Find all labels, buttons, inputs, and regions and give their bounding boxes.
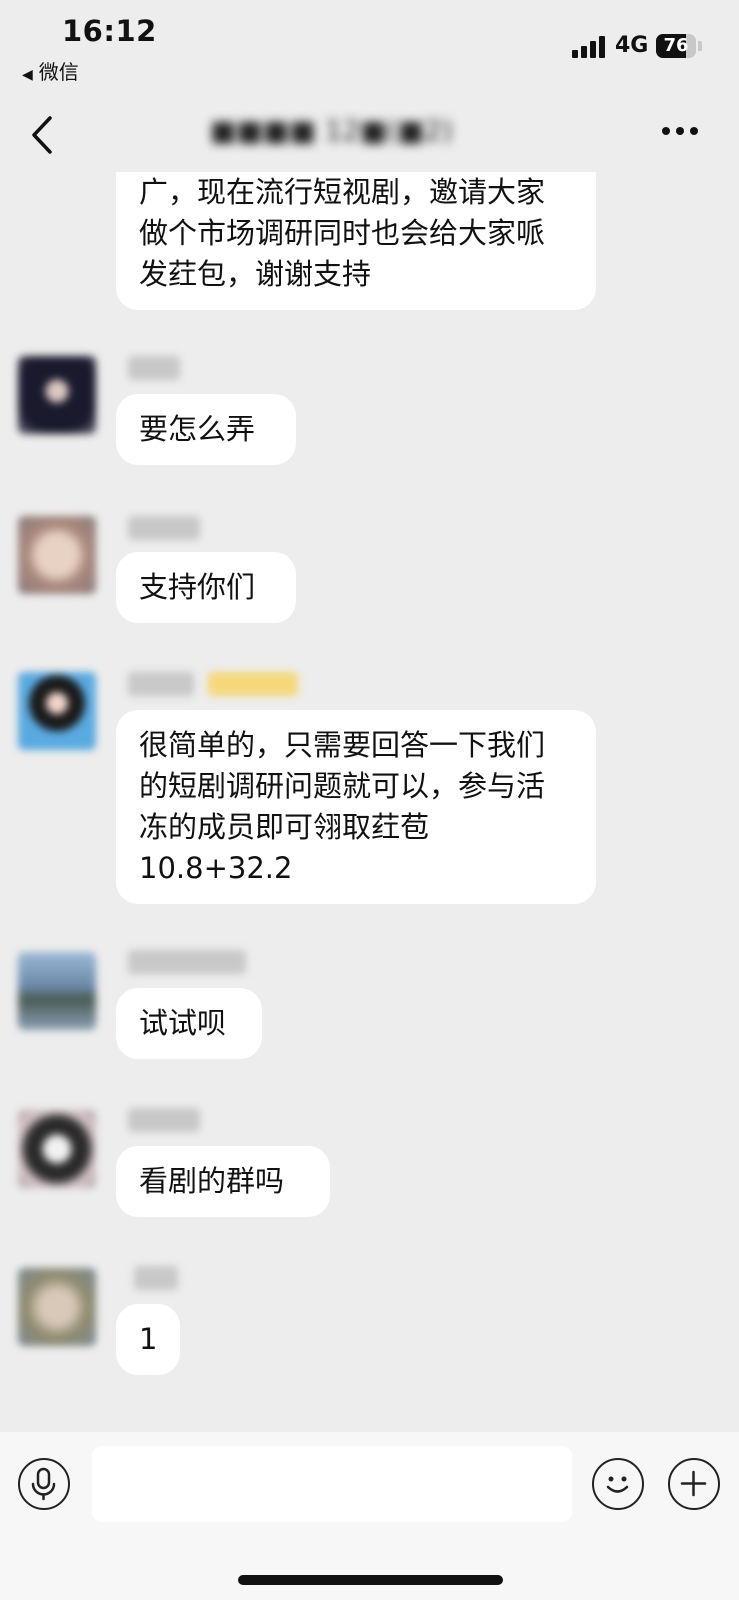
back-triangle-icon: ◀ bbox=[22, 67, 33, 83]
message-bubble[interactable]: 支持你们 bbox=[116, 552, 296, 623]
chat-message-list[interactable]: 广，现在流行短视剧，邀请大家做个市场调研同时也会给大家哌发荭包，谢谢支持 要怎么… bbox=[0, 172, 739, 1432]
back-to-app-link[interactable]: ◀ 微信 bbox=[22, 56, 79, 85]
avatar[interactable] bbox=[18, 672, 96, 750]
back-button[interactable] bbox=[24, 110, 64, 160]
sender-name bbox=[128, 950, 246, 974]
plus-icon bbox=[680, 1470, 707, 1497]
avatar[interactable] bbox=[18, 952, 96, 1030]
signal-icon bbox=[572, 36, 606, 58]
message-text: 很简单的，只需要回答一下我们的短剧调研问题就可以，参与活冻的成员即可翎取荭苞10… bbox=[139, 728, 546, 885]
sender-name bbox=[128, 672, 194, 696]
voice-icon bbox=[31, 1467, 56, 1501]
chat-header: ■■■■ 12■(■2) bbox=[0, 100, 739, 172]
sender-name bbox=[128, 516, 200, 540]
sender-name bbox=[134, 1266, 178, 1290]
battery-icon: 76 bbox=[656, 34, 696, 58]
emoji-button[interactable] bbox=[592, 1458, 644, 1510]
status-time: 16:12 bbox=[62, 14, 157, 48]
sender-name bbox=[128, 1108, 200, 1132]
input-bar bbox=[0, 1432, 739, 1600]
message-text: 要怎么弄 bbox=[139, 412, 256, 446]
battery-percent: 76 bbox=[663, 35, 689, 56]
message-bubble[interactable]: 试试呗 bbox=[116, 988, 262, 1059]
message-bubble[interactable]: 看剧的群吗 bbox=[116, 1146, 330, 1217]
avatar[interactable] bbox=[18, 356, 96, 434]
message-input[interactable] bbox=[92, 1446, 572, 1522]
avatar[interactable] bbox=[18, 1268, 96, 1346]
message-bubble[interactable]: 广，现在流行短视剧，邀请大家做个市场调研同时也会给大家哌发荭包，谢谢支持 bbox=[116, 172, 596, 310]
message-bubble[interactable]: 很简单的，只需要回答一下我们的短剧调研问题就可以，参与活冻的成员即可翎取荭苞10… bbox=[116, 710, 596, 904]
message-bubble[interactable]: 1 bbox=[116, 1304, 180, 1375]
message-text: 试试呗 bbox=[139, 1006, 227, 1040]
emoji-icon bbox=[606, 1476, 629, 1493]
member-tag bbox=[208, 672, 298, 696]
avatar[interactable] bbox=[18, 1110, 96, 1188]
more-dots-icon bbox=[662, 127, 698, 135]
chevron-left-icon bbox=[32, 116, 52, 154]
home-indicator[interactable] bbox=[238, 1575, 503, 1585]
network-type: 4G bbox=[615, 33, 649, 58]
sender-name bbox=[128, 356, 180, 380]
battery-tip bbox=[698, 41, 702, 51]
status-bar: 16:12 ◀ 微信 4G 76 bbox=[0, 0, 739, 100]
message-text: 看剧的群吗 bbox=[139, 1164, 285, 1198]
chat-title: ■■■■ 12■(■2) bbox=[210, 114, 453, 147]
message-text: 1 bbox=[139, 1322, 158, 1356]
voice-button[interactable] bbox=[18, 1458, 70, 1510]
message-text: 支持你们 bbox=[139, 570, 256, 604]
message-text: 广，现在流行短视剧，邀请大家做个市场调研同时也会给大家哌发荭包，谢谢支持 bbox=[139, 175, 546, 291]
back-app-label: 微信 bbox=[38, 60, 79, 84]
plus-button[interactable] bbox=[668, 1458, 720, 1510]
avatar[interactable] bbox=[18, 516, 96, 594]
more-button[interactable] bbox=[660, 116, 700, 146]
message-bubble[interactable]: 要怎么弄 bbox=[116, 394, 296, 465]
